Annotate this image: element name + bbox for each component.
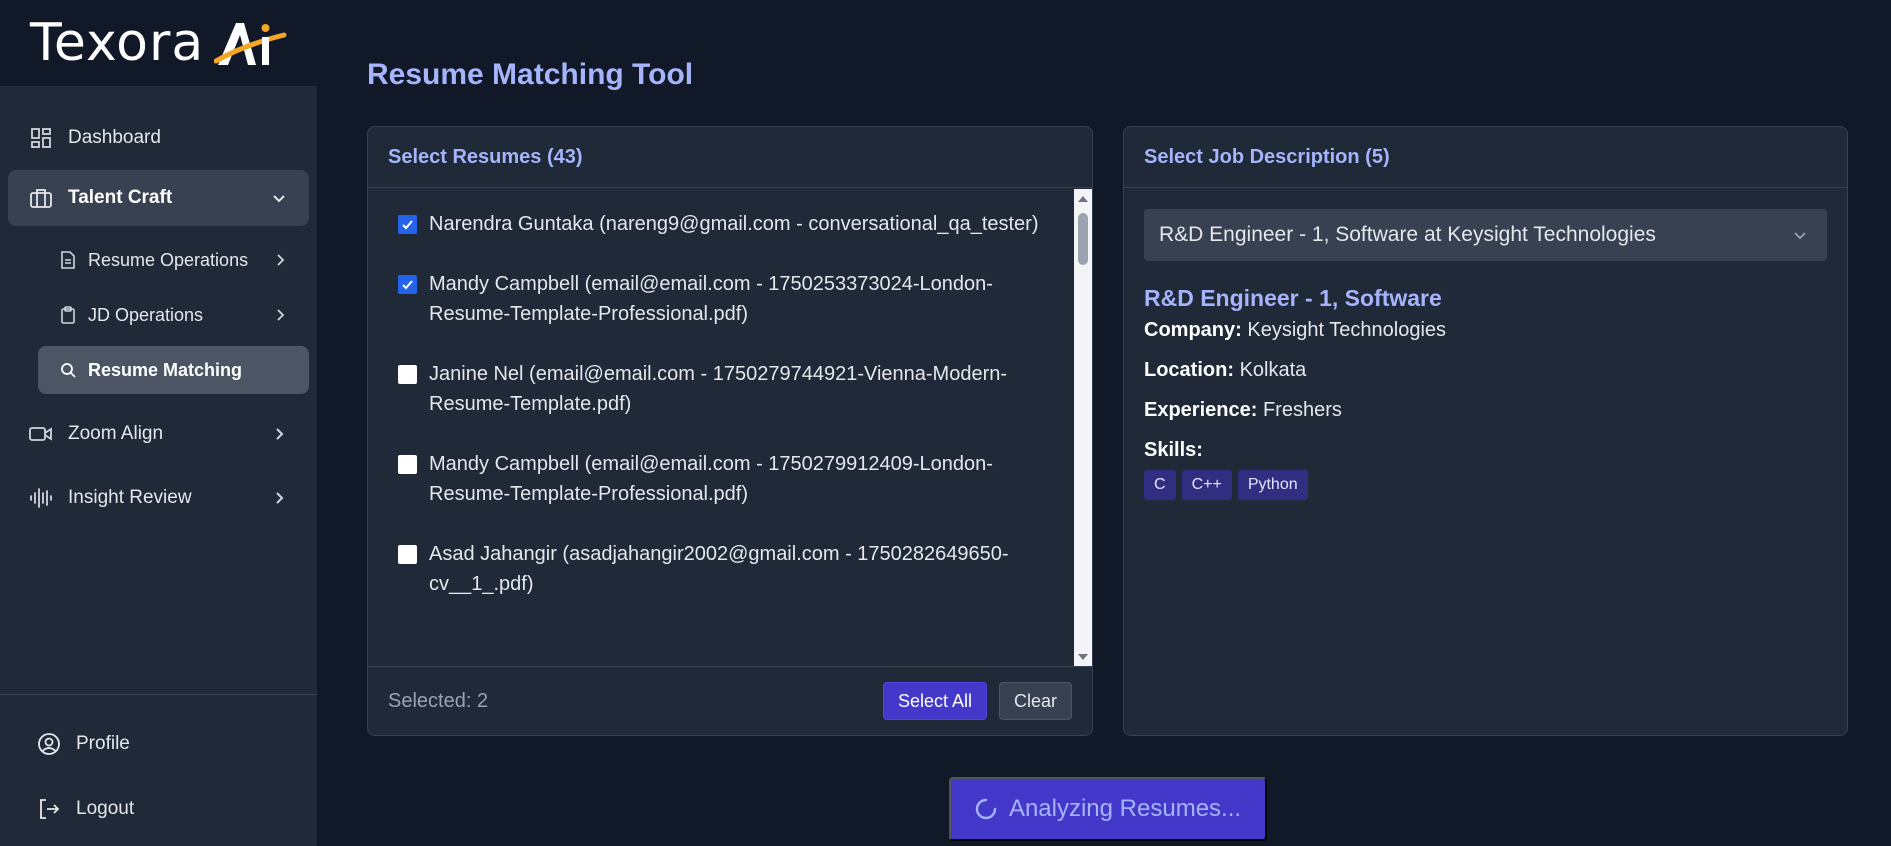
dashboard-icon bbox=[28, 125, 54, 151]
resumes-panel-header: Select Resumes (43) bbox=[368, 127, 1092, 188]
resume-list-item[interactable]: Asad Jahangir (asadjahangir2002@gmail.co… bbox=[398, 539, 1074, 599]
jd-company: Company: Keysight Technologies bbox=[1144, 319, 1446, 342]
scroll-down-arrow-icon[interactable] bbox=[1077, 651, 1089, 663]
resume-list-item[interactable]: Narendra Guntaka (nareng9@gmail.com - co… bbox=[398, 209, 1074, 239]
skill-tag: C bbox=[1144, 470, 1176, 500]
analyze-resumes-button[interactable]: Analyzing Resumes... bbox=[949, 777, 1267, 841]
waveform-icon bbox=[28, 485, 54, 511]
jd-panel-header: Select Job Description (5) bbox=[1124, 127, 1847, 188]
ai-logo-icon bbox=[214, 23, 287, 65]
resume-label: Narendra Guntaka (nareng9@gmail.com - co… bbox=[429, 213, 1039, 235]
sidebar-item-insight-review[interactable]: Insight Review bbox=[8, 470, 309, 526]
profile-label: Profile bbox=[76, 733, 130, 754]
jd-experience: Experience: Freshers bbox=[1144, 399, 1342, 422]
resume-checkbox[interactable] bbox=[398, 215, 417, 234]
sidebar-bottom: Profile Logout bbox=[0, 694, 317, 846]
resume-checkbox[interactable] bbox=[398, 455, 417, 474]
clear-button[interactable]: Clear bbox=[998, 682, 1072, 720]
resume-list: Narendra Guntaka (nareng9@gmail.com - co… bbox=[368, 189, 1074, 667]
sidebar-subitem-resume-operations[interactable]: Resume Operations bbox=[38, 236, 309, 284]
jd-experience-label: Experience: bbox=[1144, 399, 1258, 421]
jd-select-value: R&D Engineer - 1, Software at Keysight T… bbox=[1159, 223, 1656, 246]
sidebar-item-label: Zoom Align bbox=[68, 423, 164, 444]
jd-company-value: Keysight Technologies bbox=[1247, 319, 1447, 341]
chevron-down-icon bbox=[273, 195, 285, 203]
video-icon bbox=[28, 421, 54, 447]
resume-label: Janine Nel (email@email.com - 1750279744… bbox=[429, 363, 1008, 415]
scroll-up-arrow-icon[interactable] bbox=[1077, 193, 1089, 205]
sidebar-item-label: Insight Review bbox=[68, 487, 192, 508]
brand-name: Texora bbox=[30, 13, 205, 73]
jd-title: R&D Engineer - 1, Software bbox=[1144, 285, 1442, 311]
resume-checkbox[interactable] bbox=[398, 545, 417, 564]
clipboard-icon bbox=[58, 305, 78, 325]
chevron-down-icon bbox=[1794, 232, 1806, 240]
jd-location-label: Location: bbox=[1144, 359, 1234, 381]
skills-list: C C++ Python bbox=[1144, 470, 1308, 500]
loading-spinner-icon bbox=[975, 798, 997, 820]
logo[interactable]: Texora bbox=[0, 0, 317, 86]
checkmark-icon bbox=[402, 220, 413, 230]
jd-location: Location: Kolkata bbox=[1144, 359, 1306, 382]
logout-label: Logout bbox=[76, 798, 135, 819]
jd-skills: Skills: bbox=[1144, 439, 1203, 462]
sidebar: Texora Dashboard Talent Craft Resume Ope… bbox=[0, 0, 317, 846]
resumes-panel: Select Resumes (43) Narendra Guntaka (na… bbox=[367, 126, 1093, 736]
skill-tag: C++ bbox=[1181, 470, 1232, 500]
logout-icon bbox=[36, 796, 62, 822]
sidebar-subitem-label: Resume Matching bbox=[88, 359, 243, 380]
jd-location-value: Kolkata bbox=[1239, 359, 1307, 381]
file-icon bbox=[58, 250, 78, 270]
sidebar-item-talent-craft[interactable]: Talent Craft bbox=[8, 170, 309, 226]
chevron-right-icon bbox=[277, 254, 285, 266]
briefcase-icon bbox=[28, 185, 54, 211]
resumes-panel-footer: Selected: 2 Select All Clear bbox=[368, 666, 1092, 735]
sidebar-subitem-label: JD Operations bbox=[88, 304, 204, 325]
job-description-panel: Select Job Description (5) R&D Engineer … bbox=[1123, 126, 1848, 736]
sidebar-nav: Dashboard Talent Craft Resume Operations… bbox=[0, 86, 317, 526]
resume-label: Mandy Campbell (email@email.com - 175027… bbox=[429, 453, 993, 505]
checkmark-icon bbox=[402, 280, 413, 290]
search-icon bbox=[58, 360, 78, 380]
resume-list-item[interactable]: Mandy Campbell (email@email.com - 175025… bbox=[398, 269, 1074, 329]
jd-company-label: Company: bbox=[1144, 319, 1242, 341]
page-title: Resume Matching Tool bbox=[367, 58, 694, 91]
skill-tag: Python bbox=[1237, 470, 1308, 500]
profile-link[interactable]: Profile bbox=[0, 717, 317, 771]
resume-list-scrollbar[interactable] bbox=[1074, 189, 1092, 667]
chevron-right-icon bbox=[277, 309, 285, 321]
sidebar-subitem-resume-matching[interactable]: Resume Matching bbox=[38, 346, 309, 394]
jd-experience-value: Freshers bbox=[1262, 399, 1342, 421]
resume-checkbox[interactable] bbox=[398, 365, 417, 384]
select-all-button[interactable]: Select All bbox=[882, 682, 987, 720]
analyze-button-label: Analyzing Resumes... bbox=[1008, 795, 1242, 822]
logout-link[interactable]: Logout bbox=[0, 782, 317, 836]
chevron-right-icon bbox=[276, 492, 284, 504]
resume-label: Mandy Campbell (email@email.com - 175025… bbox=[429, 273, 993, 325]
sidebar-item-label: Dashboard bbox=[68, 127, 161, 148]
jd-skills-label: Skills: bbox=[1144, 439, 1203, 461]
sidebar-subitem-jd-operations[interactable]: JD Operations bbox=[38, 291, 309, 339]
jd-select-dropdown[interactable]: R&D Engineer - 1, Software at Keysight T… bbox=[1144, 209, 1827, 261]
resume-checkbox[interactable] bbox=[398, 275, 417, 294]
resume-label: Asad Jahangir (asadjahangir2002@gmail.co… bbox=[429, 543, 1009, 595]
sidebar-item-label: Talent Craft bbox=[68, 187, 173, 208]
chevron-right-icon bbox=[276, 428, 284, 440]
sidebar-item-zoom-align[interactable]: Zoom Align bbox=[8, 406, 309, 462]
sidebar-item-dashboard[interactable]: Dashboard bbox=[8, 110, 309, 166]
resume-list-item[interactable]: Janine Nel (email@email.com - 1750279744… bbox=[398, 359, 1074, 419]
sidebar-subitem-label: Resume Operations bbox=[88, 249, 249, 270]
resume-list-item[interactable]: Mandy Campbell (email@email.com - 175027… bbox=[398, 449, 1074, 509]
scrollbar-thumb[interactable] bbox=[1078, 213, 1088, 265]
user-circle-icon bbox=[36, 731, 62, 757]
selected-count: Selected: 2 bbox=[388, 689, 489, 712]
